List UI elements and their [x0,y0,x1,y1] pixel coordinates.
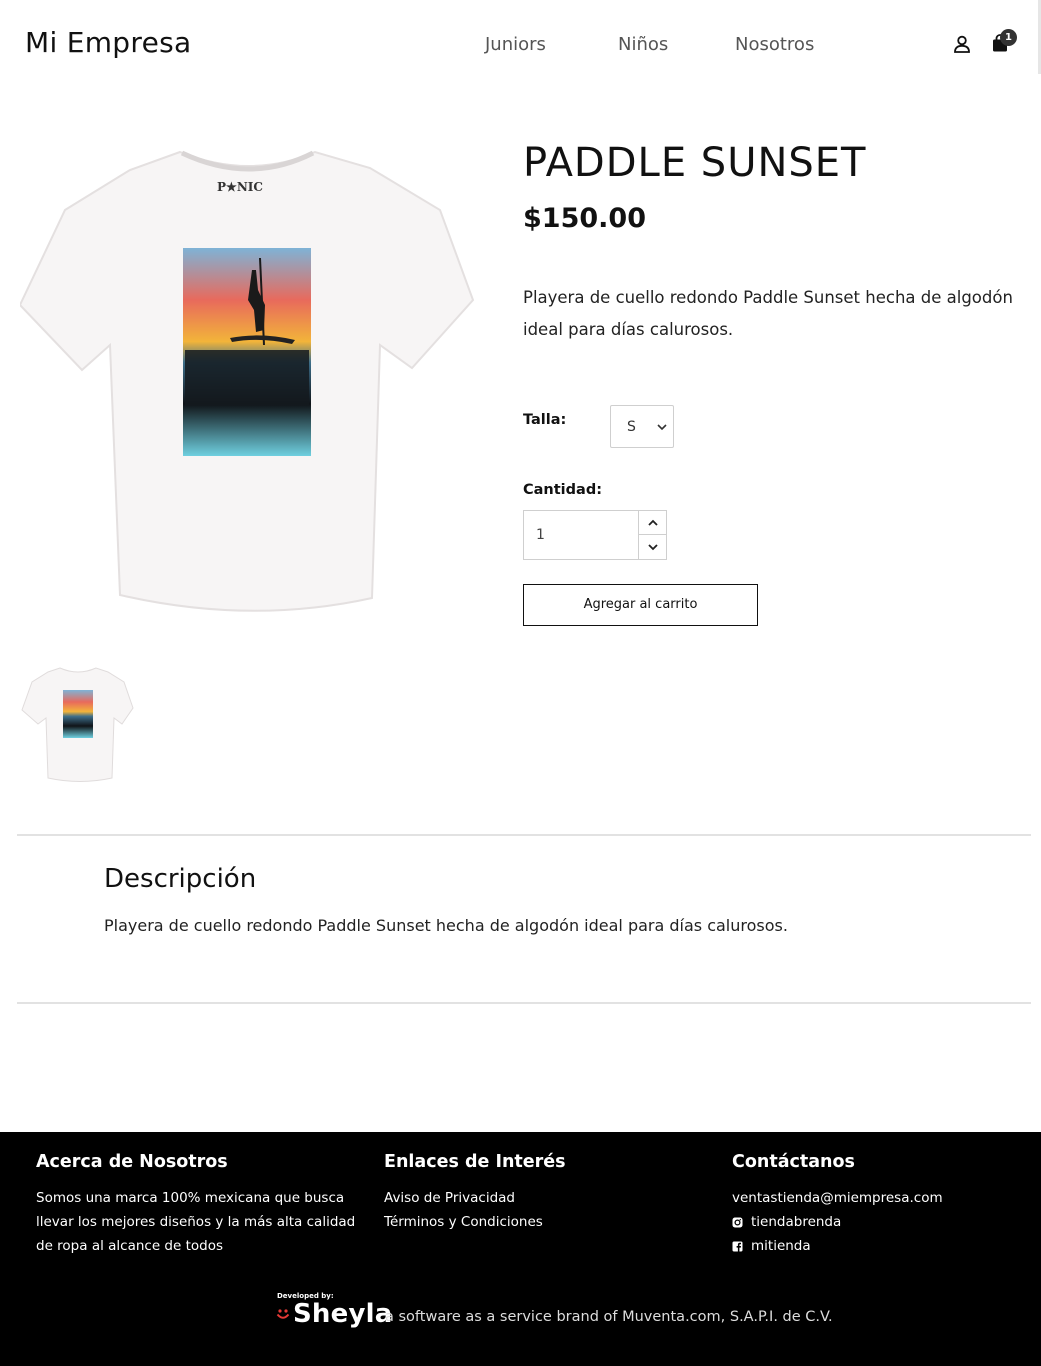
add-to-cart-button[interactable]: Agregar al carrito [523,584,758,626]
footer-contact-heading: Contáctanos [732,1152,855,1172]
instagram-icon [732,1217,743,1227]
product-short-description: Playera de cuello redondo Paddle Sunset … [523,288,1013,339]
size-select[interactable]: S [610,405,674,448]
product-image-brand: P★NIC [217,180,263,194]
nav-item-ninos[interactable]: Niños [618,34,668,55]
footer-instagram-handle: tiendabrenda [751,1214,842,1230]
quantity-input[interactable]: 1 [524,511,638,559]
product-title: PADDLE SUNSET [523,140,867,186]
site-footer: Acerca de Nosotros Somos una marca 100% … [0,1132,1041,1366]
description-heading: Descripción [104,864,257,894]
cart-count-badge: 1 [1000,29,1017,46]
nav-item-nosotros[interactable]: Nosotros [735,34,814,55]
footer-about-text: Somos una marca 100% mexicana que busca … [36,1190,356,1254]
product-price: $150.00 [523,203,646,234]
footer-links: Enlaces de Interés Aviso de Privacidad T… [384,1152,566,1234]
site-logo[interactable]: Mi Empresa [25,26,191,59]
product-main-image[interactable]: P★NIC [20,140,475,620]
chevron-up-icon [648,519,658,526]
brand-name[interactable]: Sheyla [293,1299,392,1329]
nav-item-juniors[interactable]: Juniors [485,34,546,55]
site-header: Mi Empresa Juniors Niños Nosotros 1 [0,0,1041,90]
chevron-down-icon [657,424,667,431]
facebook-icon [732,1241,743,1252]
footer-contact-email[interactable]: ventastienda@miempresa.com [732,1186,943,1210]
footer-instagram-link[interactable]: tiendabrenda [732,1210,943,1234]
footer-about: Acerca de Nosotros Somos una marca 100% … [36,1152,356,1258]
divider [17,834,1031,836]
footer-facebook-handle: mitienda [751,1238,811,1254]
footer-facebook-link[interactable]: mitienda [732,1234,943,1258]
footer-links-heading: Enlaces de Interés [384,1152,566,1172]
divider [17,1002,1031,1004]
user-icon[interactable] [952,34,972,54]
footer-link-privacy[interactable]: Aviso de Privacidad [384,1186,566,1210]
footer-about-heading: Acerca de Nosotros [36,1152,228,1172]
footer-contact: Contáctanos ventastienda@miempresa.com t… [732,1152,943,1258]
chevron-down-icon [648,544,658,551]
quantity-increment-button[interactable] [638,511,666,535]
size-selected-value: S [627,419,636,435]
product-thumbnail[interactable] [20,660,135,785]
quantity-label: Cantidad: [523,482,602,498]
size-label: Talla: [523,412,567,428]
quantity-decrement-button[interactable] [638,535,666,559]
brand-tagline: a software as a service brand of Muventa… [385,1309,833,1325]
footer-link-terms[interactable]: Términos y Condiciones [384,1210,566,1234]
quantity-stepper: 1 [523,510,667,560]
description-body: Playera de cuello redondo Paddle Sunset … [104,916,788,935]
sheyla-logo-icon [276,1309,290,1319]
